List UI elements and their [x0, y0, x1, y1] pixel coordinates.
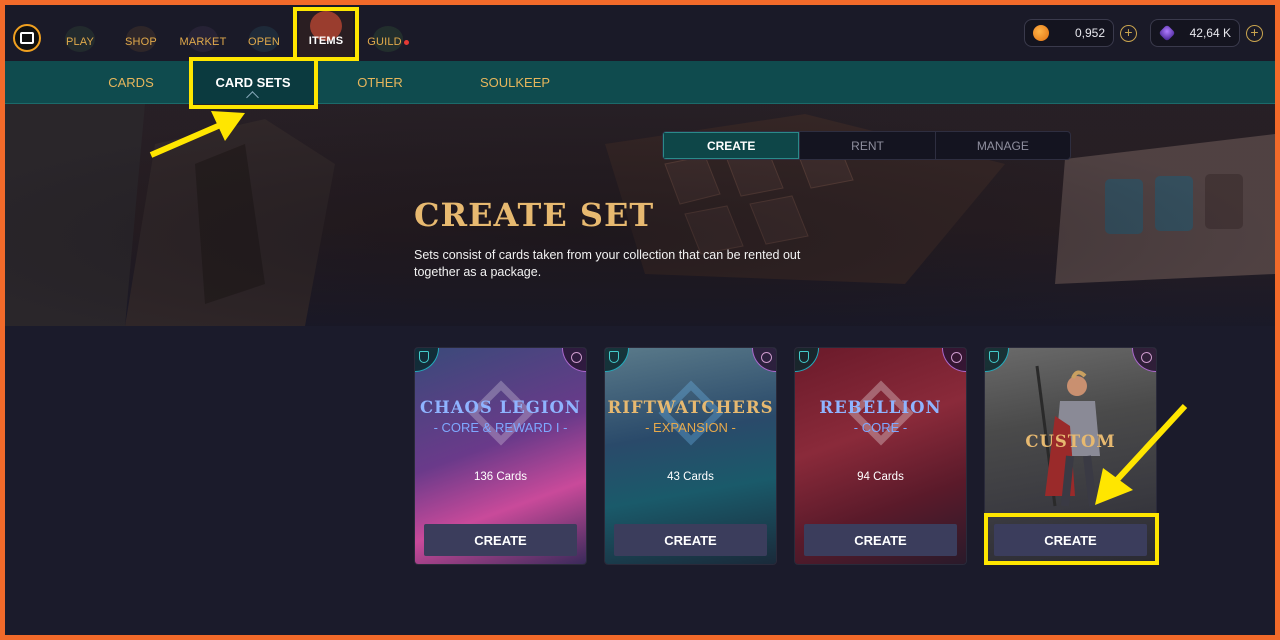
notification-dot-icon: [403, 39, 409, 45]
currency-orange[interactable]: 0,952: [1024, 19, 1114, 47]
card-count: 94 Cards: [857, 471, 904, 483]
create-riftwatchers-button[interactable]: CREATE: [614, 524, 767, 556]
nav-shop[interactable]: SHOP: [113, 17, 169, 61]
currency-crystal[interactable]: 42,64 K: [1150, 19, 1240, 47]
create-rebellion-button[interactable]: CREATE: [804, 524, 957, 556]
card-title: REBELLION: [819, 398, 942, 417]
arrow-pointer-icon: [149, 111, 245, 158]
card-subtitle: - CORE -: [853, 420, 908, 435]
segment-manage[interactable]: MANAGE: [934, 132, 1070, 159]
highlight-box-custom-create: [984, 513, 1159, 565]
tab-cards[interactable]: CARDS: [91, 61, 171, 104]
tab-other[interactable]: OTHER: [340, 61, 420, 104]
nav-guild[interactable]: GUILD: [361, 17, 415, 61]
nav-shop-label: SHOP: [125, 36, 157, 48]
set-card-rebellion[interactable]: REBELLION - CORE - 94 Cards CREATE: [794, 347, 967, 565]
set-card-riftwatchers[interactable]: RIFTWATCHERS - EXPANSION - 43 Cards CREA…: [604, 347, 777, 565]
highlight-box-items: [293, 7, 359, 61]
card-count: 43 Cards: [667, 471, 714, 483]
nav-open-label: OPEN: [248, 36, 280, 48]
card-title: CHAOS LEGION: [420, 398, 581, 417]
mode-segmented-control: CREATE RENT MANAGE: [662, 131, 1071, 160]
nav-play[interactable]: PLAY: [53, 17, 107, 61]
card-title: RIFTWATCHERS: [607, 398, 774, 417]
nav-market[interactable]: MARKET: [175, 17, 231, 61]
card-subtitle: - CORE & REWARD I -: [433, 420, 568, 435]
highlight-box-card-sets: [189, 57, 318, 109]
orange-coin-icon: [1033, 25, 1049, 41]
create-chaos-legion-button[interactable]: CREATE: [424, 524, 577, 556]
currency-crystal-value: 42,64 K: [1189, 26, 1231, 40]
segment-rent[interactable]: RENT: [799, 132, 934, 159]
arrow-pointer-icon: [1095, 403, 1188, 505]
nav-guild-label-wrap: GUILD: [367, 36, 409, 48]
nav-market-label: MARKET: [179, 36, 227, 48]
nav-play-label: PLAY: [65, 36, 95, 48]
segment-create[interactable]: CREATE: [663, 132, 800, 159]
top-bar: PLAY SHOP MARKET OPEN ITEMS GUILD 0,952 …: [5, 5, 1275, 61]
page-title: CREATE SET: [414, 196, 655, 234]
add-currency-crystal-button[interactable]: +: [1246, 25, 1263, 42]
nav-guild-label: GUILD: [367, 36, 402, 48]
tab-soulkeep[interactable]: SOULKEEP: [460, 61, 570, 104]
card-count: 136 Cards: [473, 471, 528, 483]
currency-orange-value: 0,952: [1074, 26, 1105, 40]
page-description: Sets consist of cards taken from your co…: [414, 248, 801, 279]
set-card-chaos-legion[interactable]: CHAOS LEGION - CORE & REWARD I - 136 Car…: [414, 347, 587, 565]
app-frame: PLAY SHOP MARKET OPEN ITEMS GUILD 0,952 …: [5, 5, 1275, 635]
nav-open[interactable]: OPEN: [239, 17, 289, 61]
card-subtitle: - EXPANSION -: [645, 420, 736, 435]
app-logo-icon[interactable]: [13, 24, 41, 52]
add-currency-orange-button[interactable]: +: [1120, 25, 1137, 42]
